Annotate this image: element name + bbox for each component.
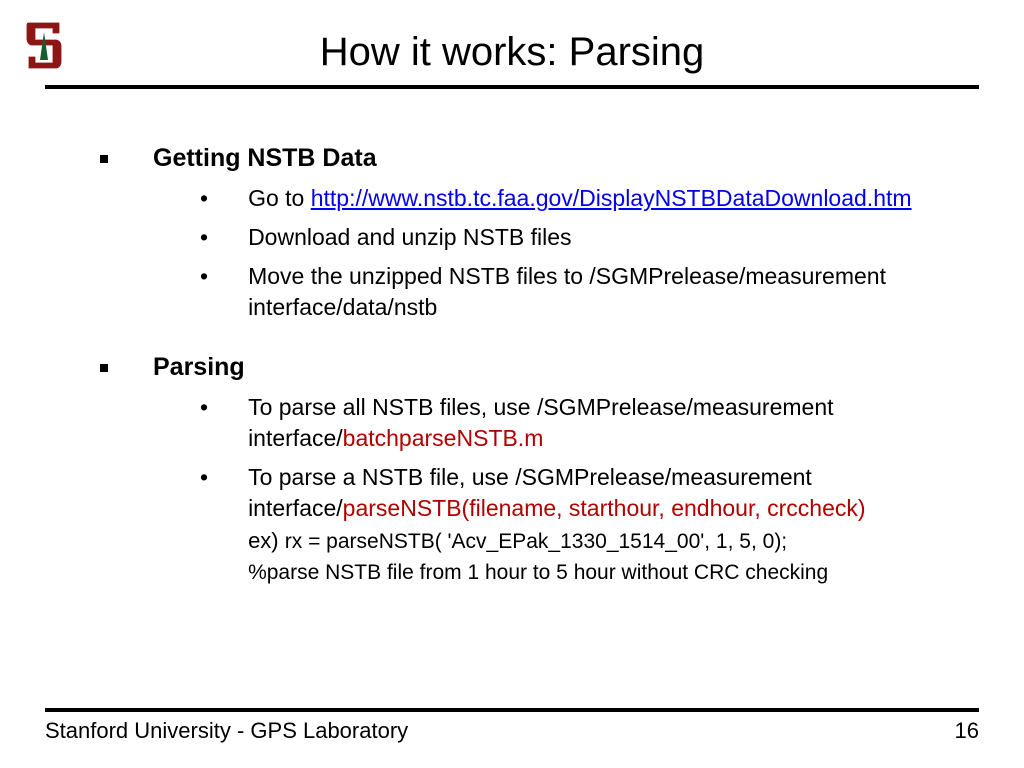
- sub-list: • Go to http://www.nstb.tc.faa.gov/Displ…: [200, 183, 959, 323]
- title-divider: [45, 85, 979, 89]
- item-text: To parse all NSTB files, use /SGMPreleas…: [248, 392, 959, 454]
- stanford-logo: [22, 18, 66, 72]
- example-code: rx = parseNSTB( 'Acv_EPak_1330_1514_00',…: [285, 530, 787, 553]
- section-heading: Getting NSTB Data: [100, 144, 959, 173]
- square-bullet-icon: [100, 155, 108, 163]
- section-title: Parsing: [153, 353, 245, 382]
- example-line: ex) rx = parseNSTB( 'Acv_EPak_1330_1514_…: [248, 526, 959, 556]
- page-number: 16: [955, 718, 979, 744]
- list-item: • Go to http://www.nstb.tc.faa.gov/Displ…: [200, 183, 959, 214]
- code-filename: batchparseNSTB.m: [343, 425, 544, 451]
- nstb-download-link[interactable]: http://www.nstb.tc.faa.gov/DisplayNSTBDa…: [311, 185, 912, 211]
- bullet-dot-icon: •: [200, 183, 208, 214]
- content-area: Getting NSTB Data • Go to http://www.nst…: [45, 144, 979, 587]
- list-item: • To parse a NSTB file, use /SGMPrelease…: [200, 462, 959, 587]
- item-text: Download and unzip NSTB files: [248, 222, 959, 253]
- sub-list: • To parse all NSTB files, use /SGMPrele…: [200, 392, 959, 587]
- footer: Stanford University - GPS Laboratory 16: [45, 708, 979, 744]
- bullet-dot-icon: •: [200, 222, 208, 253]
- list-item: • Move the unzipped NSTB files to /SGMPr…: [200, 261, 959, 323]
- bullet-dot-icon: •: [200, 392, 208, 423]
- example-comment: %parse NSTB file from 1 hour to 5 hour w…: [248, 559, 959, 587]
- slide-title: How it works: Parsing: [45, 30, 979, 75]
- section-heading: Parsing: [100, 353, 959, 382]
- item-text: Go to http://www.nstb.tc.faa.gov/Display…: [248, 183, 959, 214]
- title-area: How it works: Parsing: [45, 30, 979, 75]
- bullet-dot-icon: •: [200, 261, 208, 292]
- slide: How it works: Parsing Getting NSTB Data …: [0, 0, 1024, 768]
- item-text: To parse a NSTB file, use /SGMPrelease/m…: [248, 462, 959, 587]
- square-bullet-icon: [100, 364, 108, 372]
- item-text: Move the unzipped NSTB files to /SGMPrel…: [248, 261, 959, 323]
- bullet-dot-icon: •: [200, 462, 208, 493]
- section-title: Getting NSTB Data: [153, 144, 377, 173]
- code-signature: parseNSTB(filename, starthour, endhour, …: [343, 495, 866, 521]
- list-item: • To parse all NSTB files, use /SGMPrele…: [200, 392, 959, 454]
- footer-left: Stanford University - GPS Laboratory: [45, 718, 408, 744]
- list-item: • Download and unzip NSTB files: [200, 222, 959, 253]
- footer-divider: [45, 708, 979, 712]
